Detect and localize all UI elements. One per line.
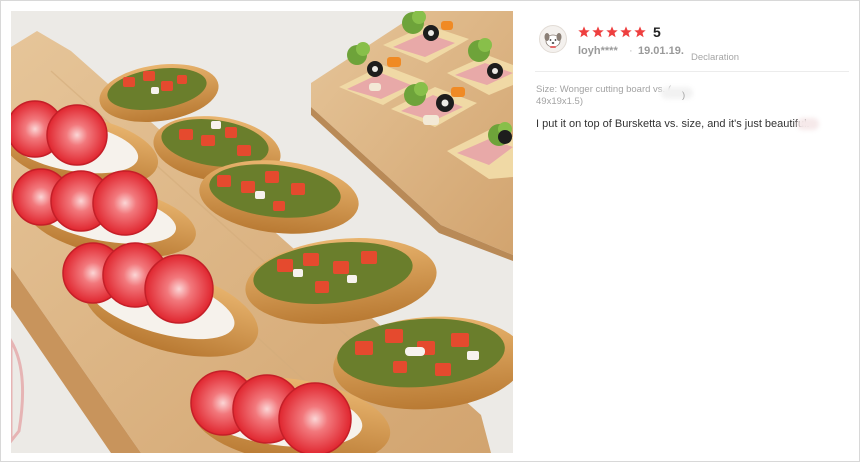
rating-value: 5: [653, 24, 661, 40]
puppy-avatar-icon: [539, 25, 567, 53]
review-date: 19.01.19.: [638, 45, 684, 57]
star-icon: [620, 26, 632, 38]
purchase-option-tail: ): [682, 90, 686, 101]
star-rating: [578, 24, 648, 40]
review-photo[interactable]: [11, 11, 513, 453]
bruschetta-photo-illustration: [11, 11, 513, 453]
star-icon: [578, 26, 590, 38]
star-icon: [606, 26, 618, 38]
star-icon: [634, 26, 646, 38]
blurred-text: [661, 87, 693, 99]
reviewer-name: loyh****: [578, 45, 618, 57]
declaration-link[interactable]: Declaration: [691, 52, 739, 64]
review-text: I put it on top of Bursketta vs. size, a…: [536, 118, 810, 130]
meta-separator: ·: [629, 45, 633, 57]
star-icon: [592, 26, 604, 38]
review-card: 5 loyh**** · 19.01.19. Declaration Size:…: [0, 0, 860, 462]
blurred-emoji: [797, 118, 819, 130]
review-panel: 5 loyh**** · 19.01.19. Declaration Size:…: [525, 13, 851, 453]
divider: [535, 71, 849, 72]
